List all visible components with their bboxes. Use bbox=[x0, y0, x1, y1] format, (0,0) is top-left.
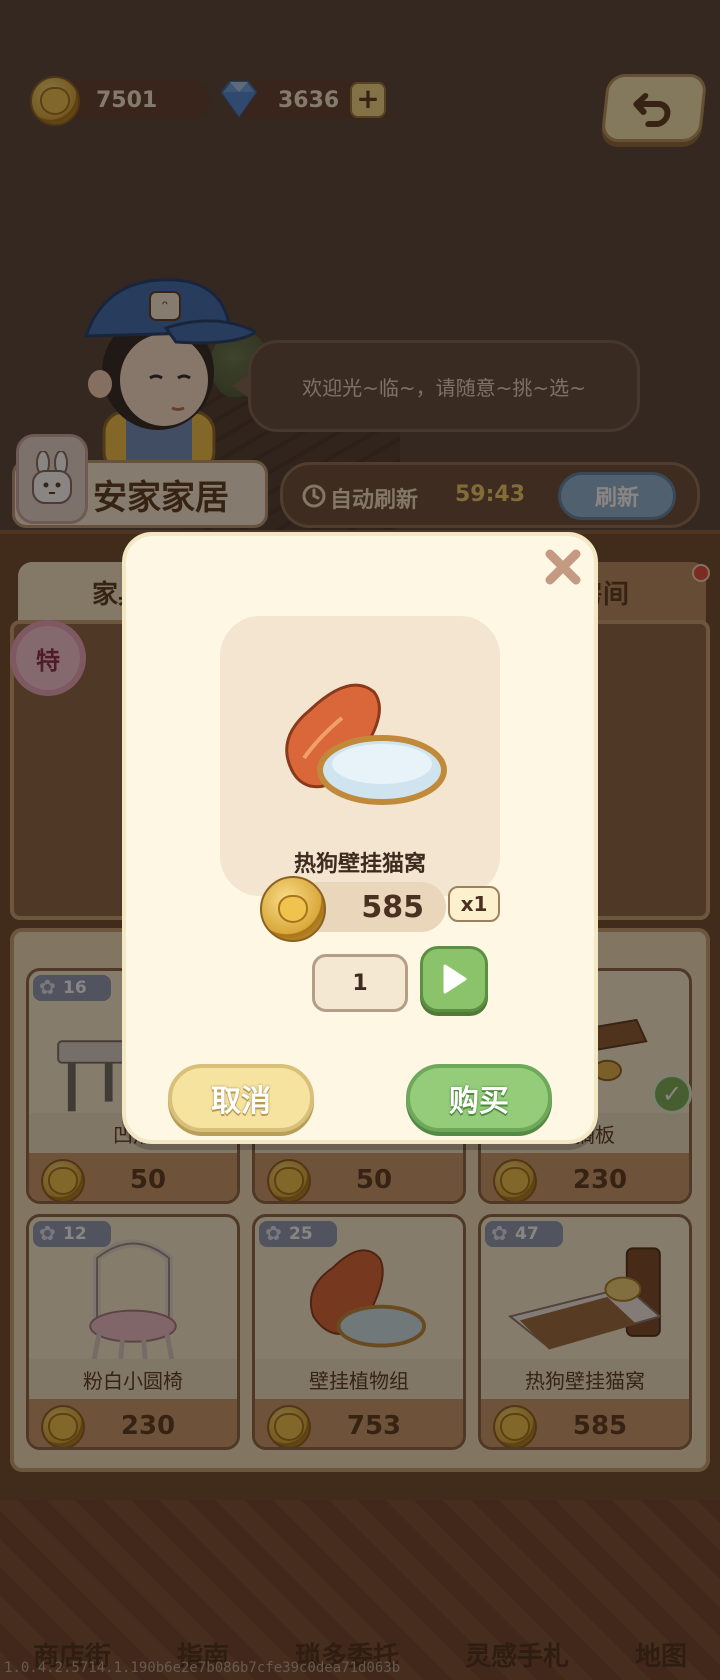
close-button[interactable] bbox=[540, 544, 586, 590]
cat-coin-icon bbox=[260, 876, 326, 942]
play-arrow-icon bbox=[443, 964, 467, 994]
increase-quantity-button[interactable] bbox=[420, 946, 488, 1012]
dialog-price-value: 585 bbox=[361, 889, 424, 925]
dialog-item-name: 热狗壁挂猫窝 bbox=[293, 852, 426, 877]
quantity-field[interactable]: 1 bbox=[312, 954, 408, 1012]
hotdog-cat-bed-icon bbox=[285, 683, 447, 805]
close-icon bbox=[545, 549, 581, 585]
multiplier-badge: x1 bbox=[448, 886, 500, 922]
cancel-button[interactable]: 取消 bbox=[168, 1064, 314, 1132]
buy-button[interactable]: 购买 bbox=[406, 1064, 552, 1132]
